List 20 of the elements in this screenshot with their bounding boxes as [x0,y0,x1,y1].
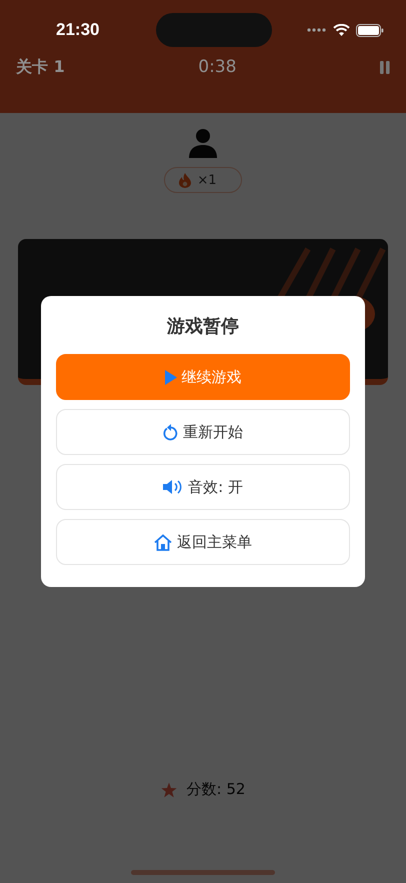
play-icon [164,370,176,384]
level-label: 关卡 1 [16,56,65,78]
wifi-icon [332,24,350,36]
battery-icon [356,24,384,36]
score-text: 分数: 52 [186,780,246,799]
star-icon [160,782,177,798]
dialog-title: 游戏暂停 [166,315,240,338]
pause-icon[interactable] [380,60,390,74]
status-time: 21:30 [56,20,100,40]
person-icon [187,127,219,159]
signal-icon [306,28,327,32]
home-icon [154,534,172,550]
restart-button[interactable]: 重新开始 [56,409,350,455]
flame-icon [179,172,192,188]
sound-toggle-button[interactable]: 音效: 开 [56,464,350,510]
speaker-icon [163,479,184,495]
restart-icon [163,424,178,440]
timer-text: 0:38 [198,57,236,77]
main-menu-button[interactable]: 返回主菜单 [56,519,350,565]
combo-count: ×1 [197,172,217,188]
